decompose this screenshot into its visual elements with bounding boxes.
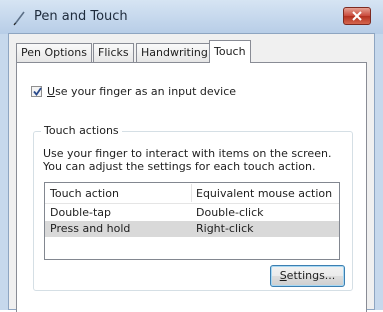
dialog-client-area: Pen Options Flicks Handwriting Touch Use… (8, 33, 375, 312)
touch-actions-description: Use your finger to interact with items o… (43, 147, 332, 173)
list-item-press-and-hold[interactable]: Press and hold Right-click (45, 221, 339, 237)
tab-handwriting[interactable]: Handwriting (136, 43, 213, 62)
column-divider[interactable] (191, 184, 192, 202)
mouse-action-cell: Double-click (196, 206, 264, 219)
title-bar[interactable]: Pen and Touch (0, 0, 383, 34)
checkmark-icon (33, 87, 42, 96)
column-header-mouse-action[interactable]: Equivalent mouse action (196, 187, 332, 200)
column-header-touch-action[interactable]: Touch action (50, 187, 119, 200)
touch-action-cell: Double-tap (50, 206, 111, 219)
use-finger-label: Use your finger as an input device (47, 85, 236, 98)
label-rest: se your finger as an input device (55, 85, 237, 98)
tab-flicks[interactable]: Flicks (93, 43, 134, 62)
tab-label: Flicks (98, 46, 129, 59)
use-finger-checkbox[interactable] (31, 86, 42, 97)
tab-label: Handwriting (141, 46, 208, 59)
touch-action-cell: Press and hold (50, 222, 131, 235)
settings-button[interactable]: Settings... (270, 265, 345, 287)
touch-actions-list[interactable]: Touch action Equivalent mouse action Dou… (44, 182, 340, 260)
mnemonic-u: U (47, 85, 56, 98)
tab-touch[interactable]: Touch (209, 40, 251, 63)
mnemonic-s: S (279, 269, 287, 282)
touch-tab-panel: Use your finger as an input device Touch… (16, 62, 367, 312)
touch-actions-group-label: Touch actions (41, 124, 122, 137)
close-button[interactable] (343, 7, 371, 25)
tab-label: Touch (214, 45, 246, 58)
pen-and-touch-window: Pen and Touch Pen Options Flicks Handwri… (0, 0, 383, 312)
list-item-double-tap[interactable]: Double-tap Double-click (45, 205, 339, 221)
pen-icon (12, 10, 28, 26)
tab-label: Pen Options (21, 46, 87, 59)
mouse-action-cell: Right-click (196, 222, 254, 235)
close-icon (352, 11, 362, 21)
list-header: Touch action Equivalent mouse action (45, 183, 339, 204)
window-title: Pen and Touch (34, 9, 128, 24)
button-label-rest: ettings... (286, 269, 336, 282)
tab-pen-options[interactable]: Pen Options (16, 43, 92, 62)
use-finger-checkbox-row[interactable]: Use your finger as an input device (31, 85, 236, 98)
